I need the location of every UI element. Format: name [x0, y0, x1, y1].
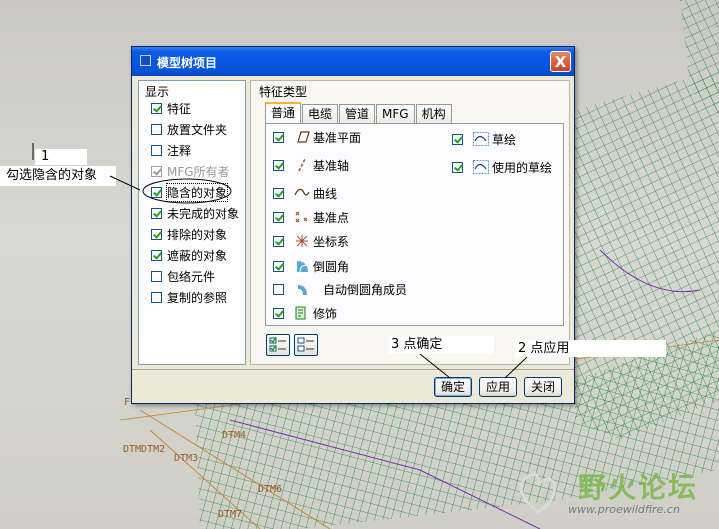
watermark-title: 野火论坛	[578, 471, 699, 504]
watermark-logo-icon	[519, 472, 557, 514]
watermark-url: www.proewildfire.cn	[568, 503, 680, 516]
callout-lines	[32, 143, 528, 379]
